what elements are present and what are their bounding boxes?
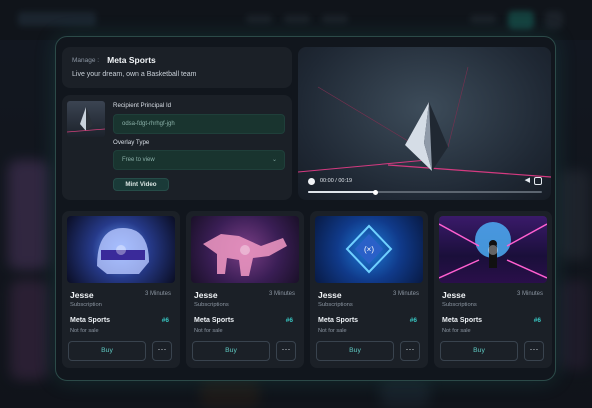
- mint-video-modal: Manage : Meta Sports Live your dream, ow…: [55, 36, 556, 381]
- buy-button[interactable]: Buy: [192, 341, 270, 361]
- card-duration: 3 Minutes: [268, 291, 295, 297]
- card-type: Subscriptions: [318, 302, 353, 308]
- card-number: #6: [409, 317, 417, 324]
- video-card[interactable]: Jesse 3 Minutes Subscriptions Meta Sport…: [186, 211, 304, 368]
- card-type: Subscriptions: [194, 302, 229, 308]
- video-controls: 00:00 / 00:19 ◀: [298, 172, 551, 200]
- more-options-button[interactable]: ···: [276, 341, 296, 361]
- more-options-button[interactable]: ···: [400, 341, 420, 361]
- card-collection: Meta Sports: [70, 317, 111, 324]
- card-type: Subscriptions: [442, 302, 477, 308]
- video-time: 00:00 / 00:19: [320, 178, 353, 184]
- play-icon[interactable]: [116, 245, 126, 255]
- card-name: Jesse: [194, 290, 218, 300]
- recipient-id-input[interactable]: odsa-fdgt-rhrhgf-jgh: [113, 114, 285, 134]
- svg-text:(×): (×): [364, 245, 374, 254]
- chevron-down-icon: ⌄: [271, 157, 277, 163]
- token-logo-image-icon: (×): [345, 224, 393, 274]
- card-number: #6: [533, 317, 541, 324]
- card-image: [191, 216, 299, 283]
- card-number: #6: [161, 317, 169, 324]
- volume-icon[interactable]: ◀: [525, 176, 530, 184]
- card-image: (×): [315, 216, 423, 283]
- collection-tagline: Live your dream, own a Basketball team: [72, 71, 197, 78]
- overlay-type-label: Overlay Type: [113, 139, 150, 146]
- video-card[interactable]: Jesse 3 Minutes Subscription Meta Sports…: [62, 211, 180, 368]
- card-name: Jesse: [442, 290, 466, 300]
- card-sale-status: Not for sale: [70, 328, 99, 334]
- card-sale-status: Not for sale: [194, 328, 223, 334]
- card-collection: Meta Sports: [194, 317, 235, 324]
- video-progress-bar[interactable]: [308, 189, 542, 195]
- crystal-thumbnail-icon: [67, 107, 105, 133]
- card-collection: Meta Sports: [442, 317, 483, 324]
- more-options-button[interactable]: ···: [524, 341, 544, 361]
- card-image: [67, 216, 175, 283]
- manage-row: Manage : Meta Sports: [72, 55, 282, 65]
- more-options-button[interactable]: ···: [152, 341, 172, 361]
- video-thumbnail: [67, 101, 105, 137]
- video-player[interactable]: 00:00 / 00:19 ◀: [298, 47, 551, 200]
- collection-title: Meta Sports: [107, 55, 156, 65]
- card-duration: 3 Minutes: [516, 291, 543, 297]
- play-icon[interactable]: [488, 245, 498, 255]
- overlay-type-select[interactable]: Free to view ⌄: [113, 150, 285, 170]
- card-collection: Meta Sports: [318, 317, 359, 324]
- buy-button[interactable]: Buy: [316, 341, 394, 361]
- collection-info-panel: Manage : Meta Sports Live your dream, ow…: [62, 47, 292, 88]
- card-type: Subscription: [70, 302, 102, 308]
- card-name: Jesse: [70, 290, 94, 300]
- mint-video-button[interactable]: Mint Video: [113, 178, 169, 191]
- play-icon[interactable]: [308, 178, 315, 185]
- video-progress-knob[interactable]: [373, 189, 379, 195]
- manage-label: Manage :: [72, 56, 100, 64]
- video-card[interactable]: Jesse 3 Minutes Subscriptions Meta Sport…: [434, 211, 552, 368]
- play-icon[interactable]: [240, 245, 250, 255]
- card-number: #6: [285, 317, 293, 324]
- buy-button[interactable]: Buy: [440, 341, 518, 361]
- video-card[interactable]: (×) Jesse 3 Minutes Subscriptions Meta S…: [310, 211, 428, 368]
- video-progress-fill: [308, 191, 376, 193]
- mint-form-panel: Recipient Principal Id odsa-fdgt-rhrhgf-…: [62, 95, 292, 200]
- card-sale-status: Not for sale: [318, 328, 347, 334]
- card-duration: 3 Minutes: [392, 291, 419, 297]
- card-sale-status: Not for sale: [442, 328, 471, 334]
- card-name: Jesse: [318, 290, 342, 300]
- fullscreen-icon[interactable]: [534, 177, 542, 185]
- card-image: [439, 216, 547, 283]
- recipient-label: Recipient Principal Id: [113, 102, 172, 109]
- overlay-type-value: Free to view: [122, 157, 155, 163]
- card-duration: 3 Minutes: [144, 291, 171, 297]
- buy-button[interactable]: Buy: [68, 341, 146, 361]
